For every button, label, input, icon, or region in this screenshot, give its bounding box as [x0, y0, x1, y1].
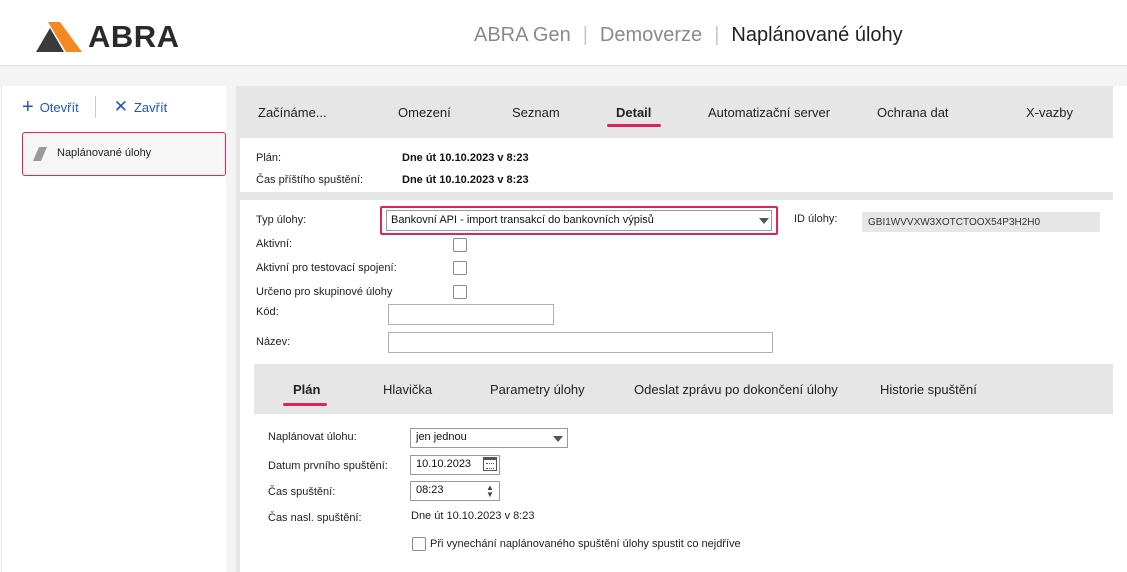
sidebar-item-label: Naplánované úlohy — [57, 147, 152, 159]
active-test-checkbox[interactable] — [453, 261, 467, 275]
subtab-header[interactable]: Hlavička — [383, 382, 432, 397]
active-label: Aktivní: — [256, 238, 293, 250]
main-tabs — [240, 86, 1113, 138]
active-subtab-indicator — [283, 403, 327, 406]
active-tab-indicator — [607, 124, 661, 127]
app-header: ABRA ABRA Gen | Demoverze | Naplánované … — [0, 0, 1127, 66]
next-run-label: Čas příštího spuštění: — [256, 174, 363, 186]
chevron-down-icon[interactable] — [553, 436, 563, 442]
subtab-task-params[interactable]: Parametry úlohy — [490, 382, 585, 397]
section-divider — [240, 192, 1113, 200]
next-run-value: Dne út 10.10.2023 v 8:23 — [402, 174, 529, 186]
tab-start[interactable]: Začínáme... — [258, 105, 327, 120]
spinner-arrows-icon[interactable]: ▲ ▼ — [486, 484, 494, 499]
run-missed-label: Při vynechání naplánovaného spuštění úlo… — [430, 538, 741, 550]
time-label: Čas spuštění: — [268, 486, 336, 498]
run-missed-checkbox[interactable] — [412, 537, 426, 551]
breadcrumb-separator: | — [582, 24, 588, 46]
active-test-label: Aktivní pro testovací spojení: — [256, 262, 397, 274]
subtab-send-message[interactable]: Odeslat zprávu po dokončení úlohy — [634, 382, 838, 397]
panel-gap — [226, 86, 236, 572]
tab-list[interactable]: Seznam — [512, 105, 560, 120]
plus-icon: + — [22, 96, 34, 118]
left-border — [1, 86, 2, 572]
page-title: Naplánované úlohy — [731, 24, 903, 46]
next-run-value: Dne út 10.10.2023 v 8:23 — [411, 510, 535, 522]
toolbar-divider — [94, 96, 96, 118]
x-icon: ✕ — [113, 97, 128, 116]
abra-logo-icon — [36, 22, 82, 52]
plan-value: Dne út 10.10.2023 v 8:23 — [402, 152, 529, 164]
breadcrumb-separator: | — [714, 24, 720, 46]
subtab-plan[interactable]: Plán — [293, 382, 320, 397]
tab-x-links[interactable]: X-vazby — [1026, 105, 1073, 120]
abra-logo[interactable]: ABRA — [36, 19, 180, 55]
task-type-value: Bankovní API - import transakcí do banko… — [391, 214, 654, 226]
name-field[interactable] — [388, 332, 773, 353]
task-type-select[interactable]: Bankovní API - import transakcí do banko… — [386, 210, 772, 231]
subtab-run-history[interactable]: Historie spuštění — [880, 382, 977, 397]
schedule-select[interactable]: jen jednou — [410, 428, 568, 448]
time-value: 08:23 — [416, 484, 444, 496]
sidebar-item-scheduled-tasks[interactable]: Naplánované úlohy — [22, 132, 226, 176]
logo-text: ABRA — [88, 19, 180, 54]
task-id-label: ID úlohy: — [794, 213, 838, 225]
tab-automation-server[interactable]: Automatizační server — [708, 105, 830, 120]
calendar-icon[interactable] — [483, 457, 497, 471]
name-label: Název: — [256, 336, 291, 348]
breadcrumb: ABRA Gen | Demoverze | Naplánované úlohy — [474, 24, 903, 47]
agenda-icon — [33, 147, 47, 161]
group-task-checkbox[interactable] — [453, 285, 467, 299]
open-button[interactable]: + Otevřít — [22, 96, 79, 118]
plan-label: Plán: — [256, 152, 282, 164]
schedule-label: Naplánovat úlohu: — [268, 431, 357, 443]
tab-detail[interactable]: Detail — [616, 105, 651, 120]
right-margin — [1113, 86, 1127, 572]
code-label: Kód: — [256, 306, 279, 318]
left-toolbar: + Otevřít ✕ Zavřít — [22, 96, 167, 118]
schedule-value: jen jednou — [416, 431, 467, 443]
header-gap — [0, 66, 1127, 86]
plan-summary — [240, 138, 1113, 192]
active-checkbox[interactable] — [453, 238, 467, 252]
first-date-value: 10.10.2023 — [416, 458, 472, 470]
code-field[interactable] — [388, 304, 554, 325]
breadcrumb-app[interactable]: ABRA Gen — [474, 24, 571, 47]
close-button-label: Zavřít — [133, 99, 168, 115]
group-task-label: Určeno pro skupinové úlohy — [256, 286, 393, 298]
breadcrumb-company[interactable]: Demoverze — [600, 24, 702, 47]
task-type-label: Typ úlohy: — [256, 214, 307, 226]
first-date-label: Datum prvního spuštění: — [268, 460, 388, 472]
next-run-label: Čas nasl. spuštění: — [268, 512, 362, 524]
task-id-value: GBI1WVVXW3XOTCTOOX54P3H2H0 — [868, 217, 1041, 228]
task-id-field: GBI1WVVXW3XOTCTOOX54P3H2H0 — [862, 212, 1100, 232]
open-button-label: Otevřít — [39, 99, 79, 115]
tab-data-protection[interactable]: Ochrana dat — [877, 105, 949, 120]
tab-filter[interactable]: Omezení — [398, 105, 451, 120]
close-button[interactable]: ✕ Zavřít — [113, 97, 168, 116]
chevron-down-icon[interactable] — [759, 218, 769, 224]
